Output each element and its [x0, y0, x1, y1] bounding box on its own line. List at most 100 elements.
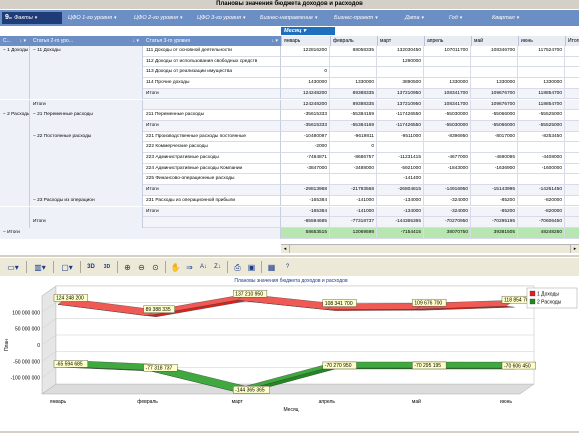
row-l2-cell[interactable]	[30, 67, 143, 79]
value-cell[interactable]: -55384169	[330, 110, 377, 121]
value-cell[interactable]: -1600000	[518, 163, 565, 175]
series-icon[interactable]: ▥▾	[30, 260, 50, 274]
value-cell[interactable]: -134000	[377, 195, 424, 207]
value-cell[interactable]: -63077308	[565, 132, 579, 143]
value-cell[interactable]: -14261450	[518, 185, 565, 196]
value-cell[interactable]: -15143995	[471, 185, 518, 196]
value-cell[interactable]	[330, 67, 377, 79]
value-cell[interactable]: 58653515	[281, 227, 330, 239]
value-cell[interactable]: -85200	[471, 206, 518, 218]
value-cell[interactable]: 108341700	[424, 88, 471, 100]
value-cell[interactable]: -1669584	[565, 196, 579, 207]
value-cell[interactable]: 124248200	[281, 88, 330, 100]
3d-depth-button[interactable]: 3D	[100, 260, 114, 274]
value-cell[interactable]: -11231415	[377, 153, 424, 164]
value-cell[interactable]: -9511000	[377, 131, 424, 143]
value-cell[interactable]: 118854700	[518, 99, 565, 111]
row-l1-cell[interactable]	[0, 206, 30, 218]
page-field-2[interactable]: ЦФО 2-го уровня ▾	[131, 12, 191, 24]
value-cell[interactable]	[377, 67, 424, 79]
row-l1-cell[interactable]	[0, 131, 30, 143]
value-cell[interactable]: 88058335	[330, 46, 377, 57]
value-cell[interactable]: -55030000	[424, 120, 471, 132]
row-l3-cell[interactable]: Итоги	[143, 185, 281, 196]
value-cell[interactable]: -10480097	[281, 131, 330, 143]
value-cell[interactable]: 89388335	[330, 88, 377, 100]
value-cell[interactable]: -8396950	[424, 131, 471, 143]
value-cell[interactable]: -498451382	[565, 217, 579, 228]
zoom-fit-icon[interactable]: ⊙	[149, 260, 162, 274]
value-cell[interactable]: 12069598	[330, 227, 377, 239]
value-cell[interactable]: -9619811	[330, 131, 377, 143]
value-cell[interactable]: 122816200	[281, 46, 330, 57]
row-l2-cell[interactable]	[30, 206, 143, 218]
row-l1-cell[interactable]: − 2 Расходы	[0, 110, 30, 121]
value-cell[interactable]: -141000	[330, 195, 377, 207]
page-field-6[interactable]: Дата ▾	[402, 12, 443, 24]
value-cell[interactable]: -70270950	[424, 217, 471, 228]
value-cell[interactable]	[424, 56, 471, 68]
column-header-3[interactable]: апрель	[424, 36, 471, 46]
row-l3-cell[interactable]: 211 Переменные расходы	[143, 110, 281, 121]
value-cell[interactable]: -1669584	[565, 206, 579, 218]
value-cell[interactable]: -85200	[471, 195, 518, 207]
value-cell[interactable]: 89388335	[330, 99, 377, 111]
column-header-1[interactable]: февраль	[330, 36, 377, 46]
row-l1-cell[interactable]	[0, 88, 30, 100]
view-icon[interactable]: ▢▾	[57, 260, 77, 274]
row-l3-cell[interactable]: Итоги	[143, 120, 281, 132]
page-field-8[interactable]: Квартал ▾	[489, 12, 549, 24]
value-cell[interactable]: 1330000	[330, 78, 377, 89]
value-cell[interactable]: 1330000	[471, 78, 518, 89]
row-header-1[interactable]: Статья 2-го уро... ↓ ▾	[30, 37, 142, 45]
row-header-2[interactable]: Статья 3-го уровня ↓ ▾	[143, 37, 281, 45]
row-l2-cell[interactable]	[30, 153, 143, 164]
value-cell[interactable]	[471, 174, 518, 186]
value-cell[interactable]: 189269203	[565, 227, 579, 239]
page-field-3[interactable]: ЦФО 3-го уровня ▾	[194, 12, 254, 24]
value-cell[interactable]: 108341700	[424, 99, 471, 111]
value-cell[interactable]	[330, 174, 377, 186]
row-l2-cell[interactable]	[30, 78, 143, 89]
value-cell[interactable]	[377, 142, 424, 153]
page-field-5[interactable]: Бизнес-проект ▾	[331, 12, 399, 24]
row-l3-cell[interactable]: Итоги	[143, 206, 281, 218]
column-header-0[interactable]: январь	[281, 36, 330, 46]
value-cell[interactable]	[471, 142, 518, 153]
value-cell[interactable]: -7484871	[281, 153, 330, 164]
zoom-in-icon[interactable]: ⊕	[121, 260, 134, 274]
row-l2-cell[interactable]: − 23 Расходы из операцион	[30, 195, 143, 207]
value-cell[interactable]: -165384	[281, 195, 330, 207]
value-cell[interactable]: -374047052	[565, 120, 579, 132]
row-l1-cell[interactable]	[0, 67, 30, 79]
arrow-icon[interactable]: ⇒	[183, 260, 196, 274]
row-l1-cell[interactable]	[0, 217, 30, 228]
value-cell[interactable]: 1290000	[565, 57, 579, 68]
row-l3-cell[interactable]: 222 Коммерческие расходы	[143, 142, 281, 153]
value-cell[interactable]: -1843000	[424, 163, 471, 175]
row-l3-cell[interactable]: 225 Финансово-операционные расходы	[143, 174, 281, 186]
value-cell[interactable]: 137210950	[377, 88, 424, 100]
value-cell[interactable]: -35615333	[281, 110, 330, 121]
row-l1-cell[interactable]	[0, 195, 30, 207]
value-cell[interactable]: 132030450	[377, 46, 424, 57]
value-cell[interactable]: -14916950	[424, 185, 471, 196]
value-cell[interactable]: 109676700	[471, 88, 518, 100]
row-l3-cell[interactable]	[143, 99, 281, 111]
3d-toggle-button[interactable]: 3D	[84, 260, 98, 274]
value-cell[interactable]: -2000	[565, 142, 579, 153]
value-cell[interactable]: -141000	[330, 206, 377, 218]
scroll-right-icon[interactable]: ▸	[570, 245, 579, 253]
row-l3-cell[interactable]: 224 Административные расходы Компании	[143, 163, 281, 175]
value-cell[interactable]: -35615333	[281, 120, 330, 132]
table-icon[interactable]: ▦	[265, 260, 278, 274]
value-cell[interactable]	[424, 174, 471, 186]
value-cell[interactable]: 137210950	[377, 99, 424, 111]
row-l1-cell[interactable]	[0, 142, 30, 153]
value-cell[interactable]: -21793568	[330, 185, 377, 196]
value-cell[interactable]: -7154415	[377, 227, 424, 239]
row-l1-cell[interactable]	[0, 78, 30, 89]
value-cell[interactable]: -4690095	[471, 153, 518, 164]
column-header-2[interactable]: март	[377, 36, 424, 46]
value-cell[interactable]: -55030000	[424, 110, 471, 121]
